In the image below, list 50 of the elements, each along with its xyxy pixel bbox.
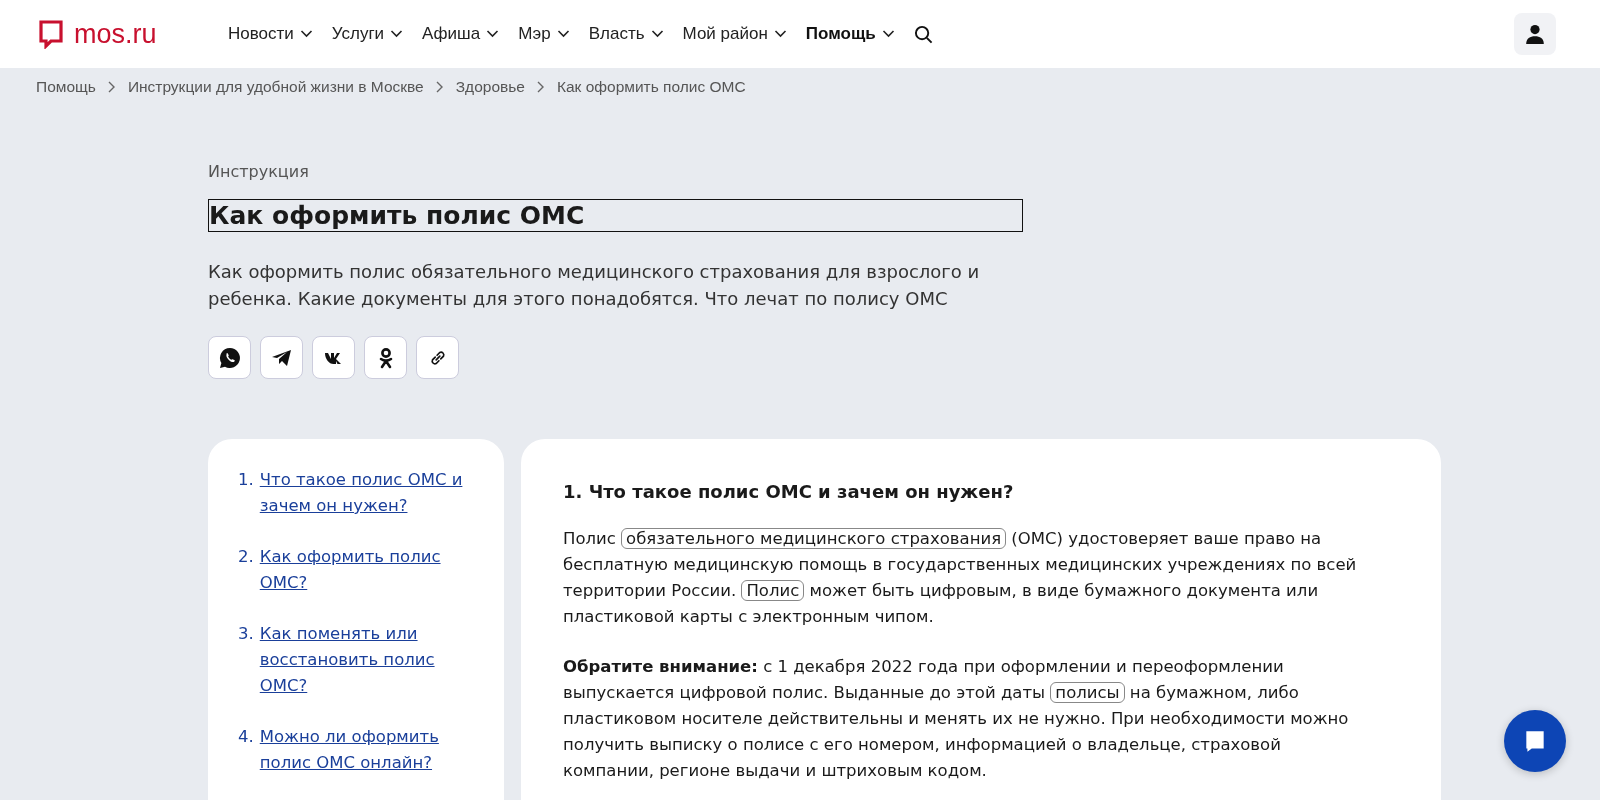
nav-menu-item[interactable]: Новости (228, 24, 313, 44)
logo-icon[interactable] (38, 19, 64, 49)
contents-link[interactable]: Можно ли оформить полис ОМС онлайн? (259, 724, 486, 776)
breadcrumb-link[interactable]: Как оформить полис ОМС (556, 78, 746, 96)
ok-share-button[interactable] (364, 336, 407, 379)
contents-number: 3. (238, 623, 254, 645)
chat-button[interactable] (1504, 710, 1566, 772)
term-link[interactable]: обязательного медицинского страхования (621, 528, 1007, 549)
nav-menu-item[interactable]: Мой район (682, 24, 787, 44)
body-paragraph: Полис обязательного медицинского страхования (ОМС) удостоверяет ваше право на бесплатную медицинскую помощь в государственных медицинских учреждениях по всей территории России. Полис может быть цифровым, в виде бумажного документа или пластиковой карты с электронным чипом. (563, 527, 1358, 628)
telegram-share-button[interactable] (260, 336, 303, 379)
section-heading: 1. Что такое полис ОМС и зачем он нужен? (563, 481, 1015, 502)
chevron-down-icon (650, 30, 664, 38)
search-icon[interactable] (913, 24, 933, 44)
breadcrumb-link[interactable]: Инструкции для удобной жизни в Москве (127, 78, 424, 96)
article-kicker: Инструкция (208, 162, 310, 181)
whatsapp-share-button[interactable] (208, 336, 251, 379)
logo-text[interactable]: mos.ru (74, 18, 157, 50)
chevron-down-icon (556, 30, 570, 38)
vk-share-button[interactable] (312, 336, 355, 379)
contents-link[interactable]: Что такое полис ОМС и зачем он нужен? (259, 467, 486, 519)
body-paragraph: Обратите внимание: с 1 декабря 2022 года при оформлении и переоформлении выпускается цифровой полис. Выданные до этой даты полисы на бумажном, либо пластиковом носителе действительны и менять их не нужно. При необходимости можно получить выписку о полисе с его номером, информацией о владельце, страховой компании, регионе выдачи и штриховым кодом. (563, 656, 1350, 782)
chevron-icon (435, 81, 444, 93)
link-share-button[interactable] (416, 336, 459, 379)
nav-menu-item[interactable]: Помощь (805, 24, 895, 44)
chevron-down-icon (390, 30, 404, 38)
profile-button[interactable] (1514, 13, 1556, 55)
contents-link[interactable]: Как поменять или восстановить полис ОМС? (259, 621, 486, 699)
term-link[interactable]: полисы (1050, 682, 1125, 703)
chevron-down-icon (299, 30, 313, 38)
article-title: Как оформить полис ОМС (208, 199, 1023, 232)
nav-menu-item[interactable]: Власть (588, 24, 664, 44)
article-lead: Как оформить полис обязательного медицинского страхования для взрослого и ребенка. Какие документы для этого понадобятся. Что лечат по полису ОМС (208, 260, 981, 311)
breadcrumb-link[interactable]: Помощь (36, 78, 96, 96)
user-icon (1524, 23, 1546, 45)
nav-menu-item[interactable]: Мэр (518, 24, 570, 44)
nav-menu-item[interactable]: Услуги (331, 24, 404, 44)
breadcrumb-link[interactable]: Здоровье (455, 78, 525, 96)
chevron-down-icon (881, 30, 895, 38)
contents-link[interactable]: Как оформить полис ОМС? (259, 544, 486, 596)
chevron-down-icon (486, 30, 500, 38)
contents-number: 1. (238, 469, 254, 491)
chat-bubble-icon (217, 345, 242, 370)
chevron-down-icon (773, 30, 787, 38)
nav-menu-item[interactable]: Афиша (422, 24, 500, 44)
chevron-icon (107, 81, 116, 93)
term-link[interactable]: Полис (741, 580, 805, 601)
contents-number: 2. (238, 546, 254, 568)
contents-number: 4. (238, 726, 254, 748)
chevron-icon (536, 81, 545, 93)
